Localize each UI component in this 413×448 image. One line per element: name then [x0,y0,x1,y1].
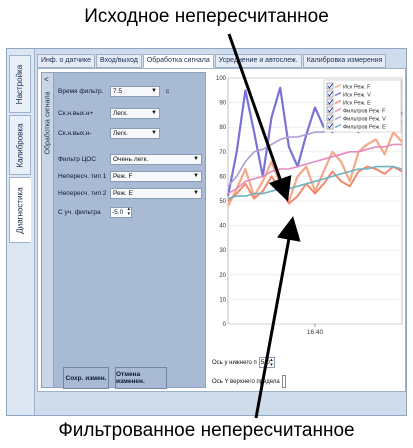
annotation-arrows [227,33,301,419]
arrow-to-filtered-series [254,216,301,419]
arrow-to-raw-series [227,33,292,202]
